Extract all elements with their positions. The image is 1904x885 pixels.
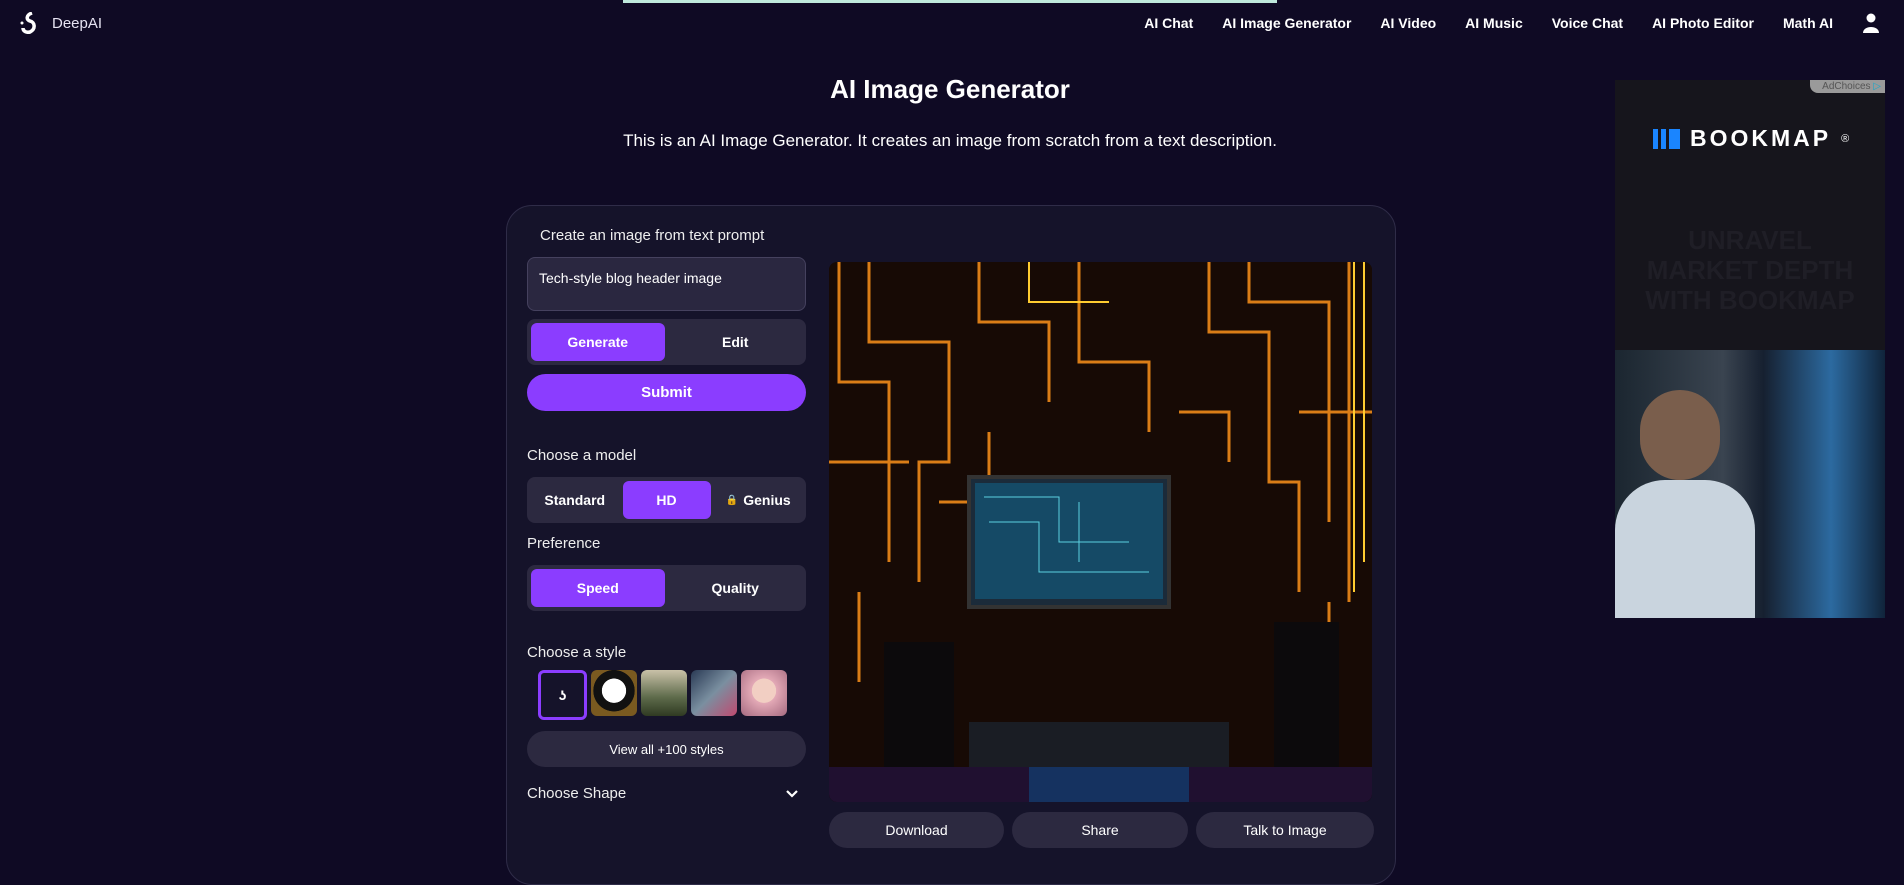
style-none[interactable]: ʖ bbox=[538, 670, 587, 720]
bookmap-brand: BOOKMAP bbox=[1690, 125, 1832, 151]
style-anime[interactable] bbox=[741, 670, 787, 716]
ad-tagline: UNRAVEL MARKET DEPTH WITH BOOKMAP bbox=[1645, 225, 1855, 315]
prompt-heading: Create an image from text prompt bbox=[540, 227, 765, 244]
share-button[interactable]: Share bbox=[1012, 812, 1188, 848]
style-cyborg[interactable] bbox=[691, 670, 737, 716]
style-thumbnails: ʖ bbox=[538, 670, 787, 720]
prompt-input[interactable]: Tech-style blog header image bbox=[527, 257, 806, 311]
ad-person-head bbox=[1640, 390, 1720, 480]
nav-ai-music[interactable]: AI Music bbox=[1465, 15, 1523, 31]
generated-image[interactable] bbox=[829, 262, 1372, 802]
lock-icon: 🔒 bbox=[725, 494, 739, 506]
bookmap-ad[interactable]: AdChoices ▷ BOOKMAP ® UNRAVEL MARKET DEPT… bbox=[1615, 80, 1885, 618]
deepai-logo-icon bbox=[20, 12, 36, 34]
bookmap-bars-icon bbox=[1653, 128, 1680, 149]
mode-toggle: Generate Edit bbox=[527, 319, 806, 365]
model-label: Choose a model bbox=[527, 447, 637, 464]
nav-ai-video[interactable]: AI Video bbox=[1380, 15, 1436, 31]
nav-voice-chat[interactable]: Voice Chat bbox=[1552, 15, 1623, 31]
talk-to-image-button[interactable]: Talk to Image bbox=[1196, 812, 1374, 848]
download-button[interactable]: Download bbox=[829, 812, 1004, 848]
deepai-style-icon: ʖ bbox=[558, 687, 567, 703]
style-label: Choose a style bbox=[527, 644, 627, 661]
nav-ai-photo-editor[interactable]: AI Photo Editor bbox=[1652, 15, 1754, 31]
adchoices-label[interactable]: AdChoices ▷ bbox=[1810, 80, 1885, 93]
shape-label: Choose Shape bbox=[527, 785, 627, 802]
style-landscape[interactable] bbox=[641, 670, 687, 716]
edit-tab[interactable]: Edit bbox=[669, 323, 803, 361]
nav-math-ai[interactable]: Math AI bbox=[1783, 15, 1833, 31]
adchoices-text: AdChoices bbox=[1822, 81, 1871, 92]
model-standard[interactable]: Standard bbox=[531, 481, 619, 519]
preference-selector: Speed Quality bbox=[527, 565, 806, 611]
ad-person-body bbox=[1615, 480, 1755, 618]
preference-label: Preference bbox=[527, 535, 601, 552]
top-nav: AI Chat AI Image Generator AI Video AI M… bbox=[1144, 0, 1904, 46]
model-genius[interactable]: 🔒 Genius bbox=[715, 481, 803, 519]
view-all-styles-button[interactable]: View all +100 styles bbox=[527, 731, 806, 767]
adchoices-icon: ▷ bbox=[1873, 81, 1881, 92]
model-hd[interactable]: HD bbox=[622, 481, 711, 519]
ad-photo bbox=[1615, 350, 1885, 618]
pref-speed[interactable]: Speed bbox=[531, 569, 665, 607]
submit-button[interactable]: Submit bbox=[527, 374, 806, 411]
nav-ai-chat[interactable]: AI Chat bbox=[1144, 15, 1193, 31]
brand-name: DeepAI bbox=[52, 14, 103, 32]
circuit-desk-image bbox=[829, 262, 1372, 802]
model-genius-label: Genius bbox=[743, 492, 791, 508]
nav-ai-image-generator[interactable]: AI Image Generator bbox=[1222, 15, 1351, 31]
user-icon[interactable] bbox=[1862, 13, 1880, 33]
chevron-down-icon[interactable] bbox=[785, 789, 799, 799]
pref-quality[interactable]: Quality bbox=[669, 569, 803, 607]
model-selector: Standard HD 🔒 Genius bbox=[527, 477, 806, 523]
style-panda[interactable] bbox=[591, 670, 637, 716]
generate-tab[interactable]: Generate bbox=[531, 323, 665, 361]
deepai-logo[interactable]: DeepAI bbox=[20, 12, 102, 34]
bookmap-logo: BOOKMAP ® bbox=[1653, 125, 1849, 152]
